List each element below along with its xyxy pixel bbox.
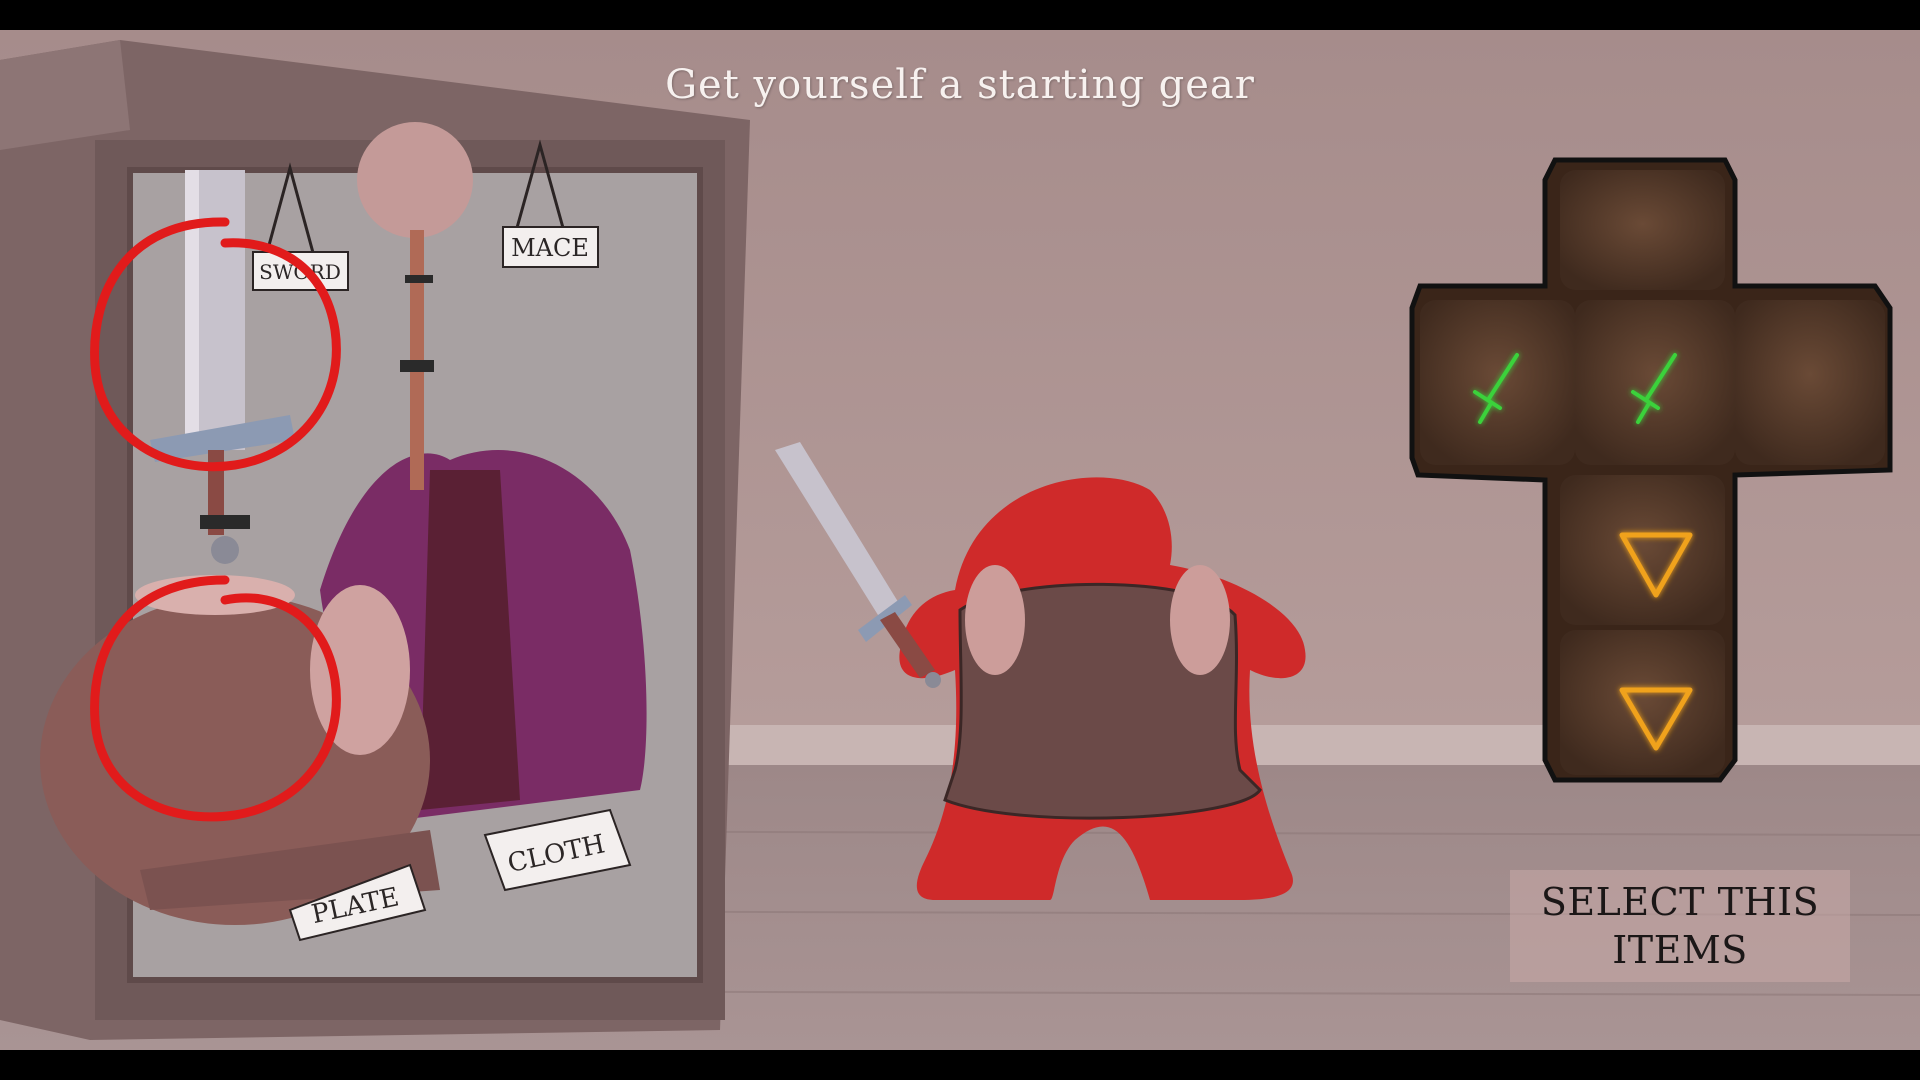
dice-face-top [1560,170,1725,290]
dice-face-center[interactable] [1575,300,1735,465]
game-screen: SWORD MACE PLATE CLOTH Get yourself a st… [0,0,1920,1080]
select-items-button[interactable]: SELECT THIS ITEMS [1510,870,1850,982]
dice-face-lower[interactable] [1560,475,1725,625]
mace-tag: MACE [502,226,599,268]
svg-text:MACE: MACE [511,234,589,262]
dice-face-right[interactable] [1735,300,1885,465]
dice-face-left[interactable] [1420,300,1575,465]
screen-title: Get yourself a starting gear [665,62,1255,108]
dice-face-bottom[interactable] [1560,630,1725,775]
select-items-label: SELECT THIS ITEMS [1540,880,1820,972]
